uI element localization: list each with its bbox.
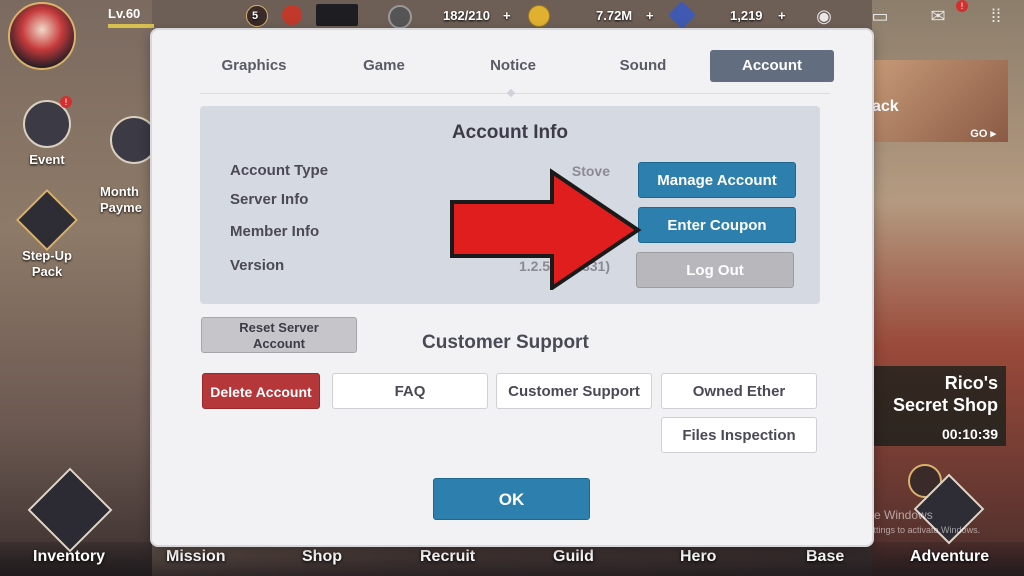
delete-account-button[interactable]: Delete Account (202, 373, 320, 409)
owned-ether-button[interactable]: Owned Ether (661, 373, 817, 409)
nav-hero[interactable]: Hero (680, 548, 716, 566)
event-alert-badge: ! (60, 96, 72, 108)
tab-game[interactable]: Game (322, 50, 446, 82)
gem-value: 1,219 (730, 8, 763, 23)
eye-icon[interactable]: ◉ (812, 6, 836, 26)
tab-graphics[interactable]: Graphics (192, 50, 316, 82)
customer-support-button[interactable]: Customer Support (496, 373, 652, 409)
reset-server-account-label-2: Account (253, 336, 305, 351)
stamina-icon (388, 5, 412, 29)
nav-shop[interactable]: Shop (302, 548, 342, 566)
fire-icon[interactable] (282, 5, 302, 25)
nav-adventure[interactable]: Adventure (910, 548, 989, 566)
tab-account[interactable]: Account (710, 50, 834, 82)
customer-support-title: Customer Support (422, 332, 589, 353)
side-monthly-label: Month Payme (100, 184, 142, 215)
nav-base[interactable]: Base (806, 548, 844, 566)
files-inspection-button[interactable]: Files Inspection (661, 417, 817, 453)
pack-go-button[interactable]: GO ▸ (970, 127, 996, 140)
background-bottom-bar (0, 542, 1024, 576)
tab-notice[interactable]: Notice (451, 50, 575, 82)
add-gem-button[interactable]: + (778, 8, 786, 23)
gem-icon (667, 0, 697, 30)
account-info-title: Account Info (451, 122, 569, 143)
reset-server-account-button[interactable]: Reset Server Account (201, 317, 357, 353)
stepup-pack-icon (15, 188, 79, 252)
notification-count: 5 (252, 10, 259, 22)
calendar-icon (110, 116, 158, 164)
side-stepup-label-2: Pack (31, 264, 63, 279)
nav-guild[interactable]: Guild (553, 548, 594, 566)
add-gold-button[interactable]: + (646, 8, 654, 23)
secret-shop-banner[interactable]: Rico's Secret Shop 00:10:39 (872, 366, 1006, 446)
tab-sound[interactable]: Sound (581, 50, 705, 82)
gold-coin-icon (528, 5, 550, 27)
player-avatar[interactable] (8, 2, 76, 70)
manage-account-button[interactable]: Manage Account (638, 162, 796, 198)
mail-alert-badge: ! (956, 0, 968, 12)
gold-value: 7.72M (596, 8, 633, 23)
log-out-button[interactable]: Log Out (636, 252, 794, 288)
ok-button[interactable]: OK (433, 478, 590, 520)
portrait-icon[interactable] (316, 4, 358, 26)
secret-shop-title-1: Rico's (944, 373, 998, 393)
add-stamina-button[interactable]: + (503, 8, 511, 23)
settings-tabs: Graphics Game Notice Sound Account (192, 50, 842, 82)
secret-shop-timer: 00:10:39 (941, 426, 998, 442)
red-arrow-annotation (450, 168, 642, 290)
account-type-label: Account Type (230, 162, 329, 179)
red-arrow-shape (450, 168, 642, 290)
side-event-label: Event (29, 152, 65, 167)
reset-server-account-label-1: Reset Server (239, 320, 319, 335)
chat-icon[interactable]: ▭ (868, 6, 892, 26)
pack-banner-text: ack (872, 98, 899, 115)
side-event-button[interactable]: Event (12, 100, 82, 167)
enter-coupon-button[interactable]: Enter Coupon (638, 207, 796, 243)
stamina-value: 182/210 (443, 8, 490, 23)
mail-icon[interactable]: ✉ (926, 6, 950, 26)
side-stepup-button[interactable]: Step-Up Pack (12, 188, 82, 280)
server-info-label: Server Info (230, 191, 309, 208)
settings-dialog: Graphics Game Notice Sound Account Accou… (152, 30, 872, 545)
level-progress-bar (108, 24, 154, 28)
faq-button[interactable]: FAQ (332, 373, 488, 409)
member-info-label: Member Info (230, 223, 320, 240)
menu-grid-icon[interactable]: ⁞⁞ (984, 6, 1008, 26)
top-hud: Lv.60 5 182/210 + 7.72M + 1,219 + ◉ ▭ ✉ … (0, 0, 1024, 70)
nav-mission[interactable]: Mission (166, 548, 226, 566)
secret-shop-title: Rico's Secret Shop (893, 372, 998, 416)
player-level: Lv.60 (108, 6, 141, 21)
version-label: Version (230, 257, 285, 274)
nav-recruit[interactable]: Recruit (420, 548, 475, 566)
pack-banner[interactable]: ack GO ▸ (872, 60, 1008, 142)
nav-inventory[interactable]: Inventory (33, 548, 105, 566)
secret-shop-title-2: Secret Shop (892, 395, 998, 415)
tab-divider-ornament (506, 88, 516, 98)
